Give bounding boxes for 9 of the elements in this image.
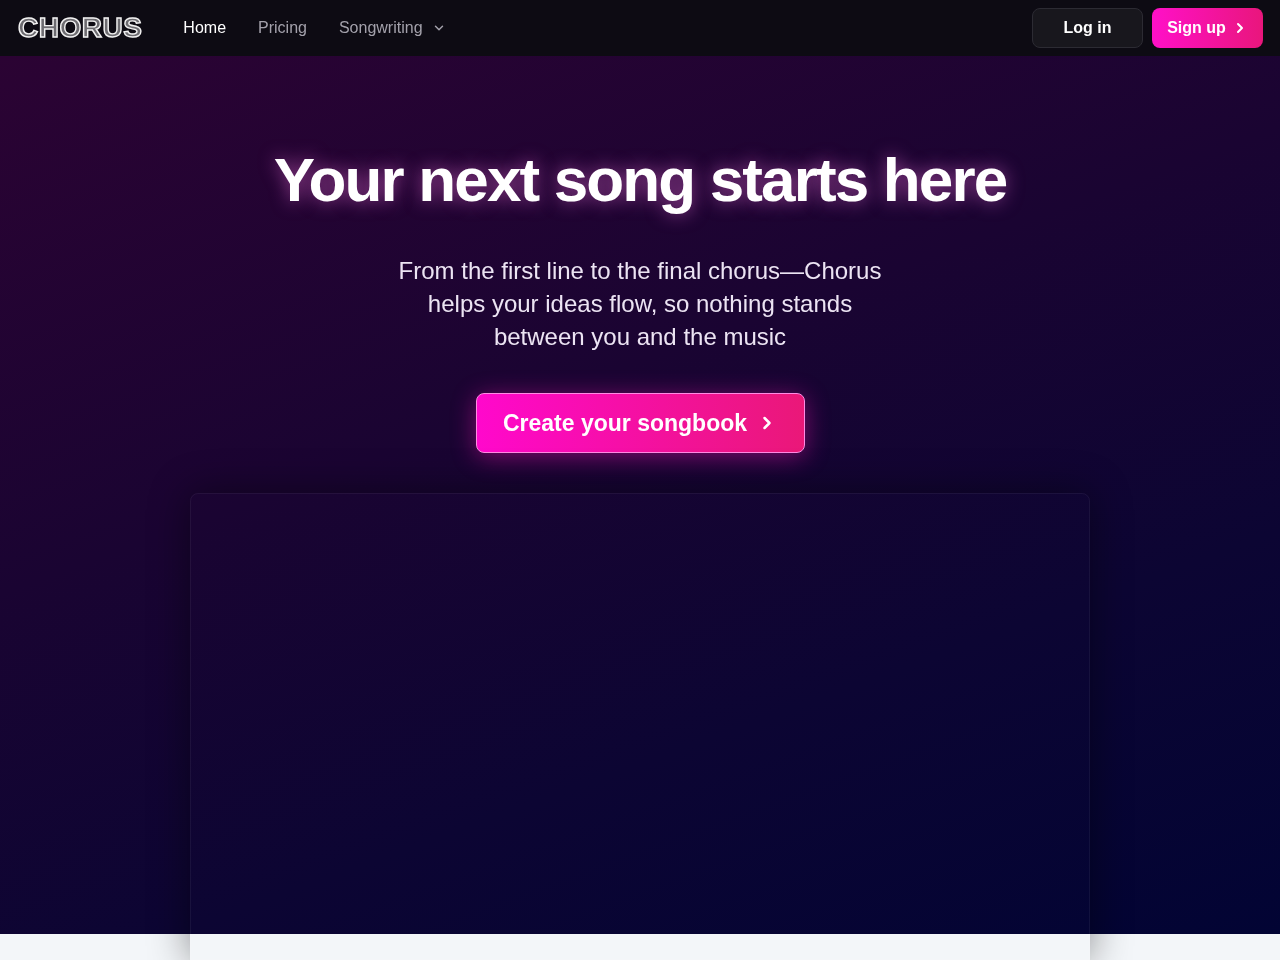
- nav-link[interactable]: Pricing: [258, 16, 307, 40]
- login-button[interactable]: Log in: [1032, 8, 1143, 48]
- chorus-logo[interactable]: CHORUS: [18, 14, 143, 42]
- create-songbook-button[interactable]: Create your songbook: [475, 393, 805, 453]
- nav-dropdown[interactable]: Songwriting: [338, 16, 446, 40]
- signup-button[interactable]: Sign up: [1152, 8, 1263, 48]
- nav-link[interactable]: Home: [183, 16, 227, 40]
- hero-title: Your next song starts here: [273, 146, 1007, 214]
- hero-subtitle: From the first line to the final chorus—Chorus helps your ideas flow, so nothing stands between you and the music: [397, 256, 883, 352]
